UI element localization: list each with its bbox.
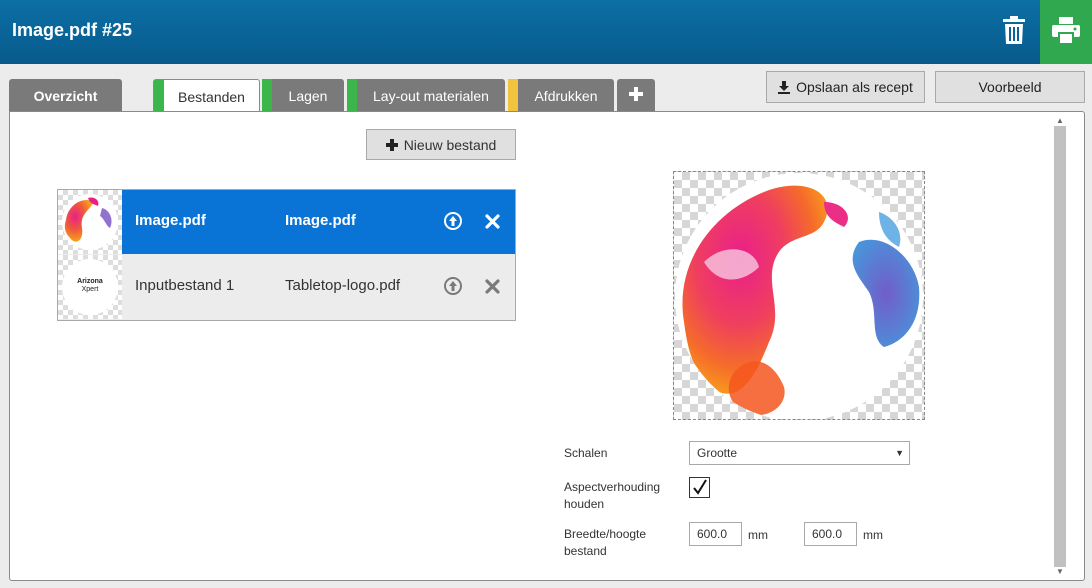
width-input[interactable] bbox=[689, 522, 742, 546]
logo-line: Arizona bbox=[77, 278, 103, 285]
height-input[interactable] bbox=[804, 522, 857, 546]
aspect-ratio-label-line: Aspectverhouding bbox=[564, 480, 661, 494]
aspect-ratio-checkbox[interactable] bbox=[689, 477, 710, 498]
new-file-button[interactable]: Nieuw bestand bbox=[366, 129, 516, 160]
printer-icon bbox=[1052, 16, 1080, 48]
replace-file-button[interactable] bbox=[442, 275, 464, 297]
tab-label: Bestanden bbox=[178, 88, 245, 105]
file-row[interactable]: Image.pdf Image.pdf bbox=[58, 190, 515, 254]
tab-afdrukken[interactable]: Afdrukken bbox=[508, 79, 614, 112]
size-label-line: bestand bbox=[564, 544, 607, 558]
save-as-recipe-button[interactable]: Opslaan als recept bbox=[766, 71, 925, 103]
file-row[interactable]: Arizona Xpert Inputbestand 1 Tabletop-lo… bbox=[58, 255, 515, 319]
replace-file-button[interactable] bbox=[442, 210, 464, 232]
file-list: Image.pdf Image.pdf Arizona Xpert Inputb… bbox=[57, 189, 516, 321]
app-header: Image.pdf #25 bbox=[0, 0, 1092, 64]
print-button[interactable] bbox=[1040, 0, 1092, 64]
add-tab-button[interactable] bbox=[617, 79, 655, 112]
file-thumbnail bbox=[58, 190, 122, 254]
aspect-ratio-label: Aspectverhouding houden bbox=[564, 479, 660, 513]
file-name: Image.pdf bbox=[135, 212, 206, 229]
tab-layout-materialen[interactable]: Lay-out materialen bbox=[347, 79, 505, 112]
checkmark-icon bbox=[691, 479, 708, 496]
delete-button[interactable] bbox=[990, 0, 1038, 64]
page-title: Image.pdf #25 bbox=[12, 20, 133, 40]
logo-text: Arizona Xpert bbox=[58, 278, 122, 294]
remove-file-button[interactable] bbox=[481, 210, 503, 232]
width-unit: mm bbox=[748, 528, 768, 542]
save-as-recipe-label: Opslaan als recept bbox=[796, 79, 913, 95]
scale-select[interactable]: Grootte ▼ bbox=[689, 441, 910, 465]
plus-icon bbox=[629, 87, 643, 104]
plus-icon bbox=[385, 138, 398, 151]
upload-circle-icon bbox=[444, 277, 462, 295]
scroll-thumb[interactable] bbox=[1054, 126, 1066, 567]
scroll-up-icon[interactable]: ▲ bbox=[1055, 116, 1065, 125]
remove-file-button[interactable] bbox=[481, 275, 503, 297]
tab-label: Overzicht bbox=[33, 87, 98, 104]
file-thumbnail: Arizona Xpert bbox=[58, 255, 122, 319]
tab-marker bbox=[262, 79, 272, 112]
aspect-ratio-label-line: houden bbox=[564, 497, 605, 511]
scale-value: Grootte bbox=[697, 446, 738, 460]
scale-label: Schalen bbox=[564, 446, 608, 460]
tab-label: Lay-out materialen bbox=[373, 87, 489, 104]
size-label-line: Breedte/hoogte bbox=[564, 527, 647, 541]
size-label: Breedte/hoogte bestand bbox=[564, 526, 646, 560]
tab-overzicht[interactable]: Overzicht bbox=[9, 79, 122, 112]
file-name: Inputbestand 1 bbox=[135, 277, 235, 294]
tab-lagen[interactable]: Lagen bbox=[262, 79, 344, 112]
file-preview bbox=[673, 171, 925, 420]
logo-line: Xpert bbox=[81, 286, 99, 293]
tab-label: Lagen bbox=[288, 87, 328, 104]
preview-button[interactable]: Voorbeeld bbox=[935, 71, 1085, 103]
file-source: Tabletop-logo.pdf bbox=[285, 277, 401, 294]
tab-marker bbox=[347, 79, 357, 112]
scroll-down-icon[interactable]: ▼ bbox=[1055, 567, 1065, 576]
tab-label: Afdrukken bbox=[534, 87, 598, 104]
new-file-label: Nieuw bestand bbox=[403, 136, 497, 153]
file-source: Image.pdf bbox=[285, 212, 356, 229]
tab-bestanden[interactable]: Bestanden bbox=[153, 79, 260, 113]
preview-label: Voorbeeld bbox=[978, 79, 1042, 95]
download-icon bbox=[778, 80, 791, 94]
tab-marker bbox=[508, 79, 518, 112]
scrollbar[interactable]: ▲ ▼ bbox=[1052, 112, 1068, 580]
trash-icon bbox=[1003, 15, 1025, 49]
chevron-down-icon: ▼ bbox=[895, 448, 904, 458]
close-icon bbox=[484, 213, 500, 229]
close-icon bbox=[484, 278, 500, 294]
tab-marker bbox=[154, 80, 164, 113]
upload-circle-icon bbox=[444, 212, 462, 230]
height-unit: mm bbox=[863, 528, 883, 542]
